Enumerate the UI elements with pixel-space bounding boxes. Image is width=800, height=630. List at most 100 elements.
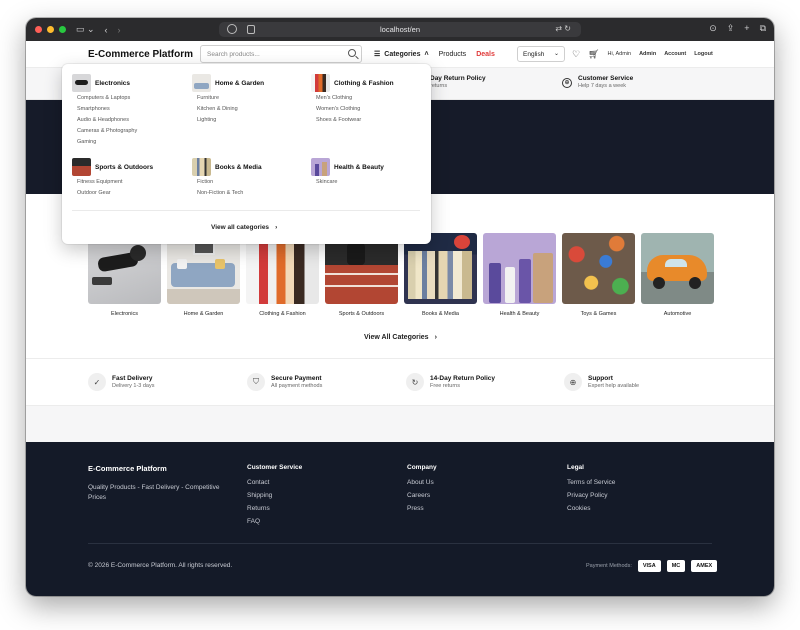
menu-group-heading[interactable]: Sports & Outdoors: [72, 158, 153, 176]
menu-item[interactable]: Furniture: [197, 93, 264, 103]
menu-item[interactable]: Fiction: [197, 177, 262, 187]
search-input[interactable]: Search products...: [200, 45, 362, 63]
footer-link-cookies[interactable]: Cookies: [567, 505, 615, 512]
minimize-window-button[interactable]: [47, 26, 54, 33]
payment-badge-mc: MC: [666, 560, 686, 572]
menu-item[interactable]: Cameras & Photography: [77, 126, 137, 136]
menu-divider: [72, 210, 420, 211]
menu-group-sports-outdoors: Sports & Outdoors Fitness Equipment Outd…: [72, 158, 153, 198]
return-sub: returns: [430, 83, 448, 89]
health-beauty-image: [483, 233, 556, 304]
search-icon[interactable]: [348, 49, 356, 57]
menu-group-heading[interactable]: Books & Media: [192, 158, 262, 176]
feature-sub: Expert help available: [588, 383, 640, 389]
category-card-health-beauty[interactable]: Health & Beauty: [483, 233, 556, 317]
menu-item[interactable]: Non-Fiction & Tech: [197, 188, 262, 198]
menu-group-heading[interactable]: Home & Garden: [192, 74, 264, 92]
reader-icon[interactable]: [247, 25, 255, 34]
nav-products-link[interactable]: Products: [439, 51, 467, 58]
menu-item[interactable]: Men's Clothing: [316, 93, 394, 103]
footer-link-press[interactable]: Press: [407, 505, 437, 512]
privacy-icon[interactable]: [227, 24, 237, 34]
feature-secure-payment: ⛉ Secure Payment All payment methods: [247, 373, 322, 391]
footer-link-terms[interactable]: Terms of Service: [567, 479, 615, 486]
category-card-clothing-fashion[interactable]: Clothing & Fashion: [246, 233, 319, 317]
service-title: Customer Service: [578, 75, 634, 82]
translate-icon[interactable]: ⇄ ↻: [555, 24, 571, 33]
category-card-sports-outdoors[interactable]: Sports & Outdoors: [325, 233, 398, 317]
site-footer: E-Commerce Platform Quality Products - F…: [26, 442, 774, 596]
menu-group-home-garden: Home & Garden Furniture Kitchen & Dining…: [192, 74, 264, 125]
footer-link-about[interactable]: About Us: [407, 479, 437, 486]
category-card-toys-games[interactable]: Toys & Games: [562, 233, 635, 317]
forward-icon[interactable]: ›: [118, 25, 121, 35]
menu-item[interactable]: Audio & Headphones: [77, 115, 137, 125]
nav-deals-link[interactable]: Deals: [476, 51, 495, 58]
language-select[interactable]: English ⌄: [517, 46, 565, 62]
view-all-categories-link[interactable]: View All Categories ›: [364, 334, 437, 341]
downloads-icon[interactable]: ⊙: [709, 23, 717, 34]
footer-link-privacy[interactable]: Privacy Policy: [567, 492, 615, 499]
chevron-up-icon: ˄: [424, 50, 429, 58]
url-text: localhost/en: [379, 25, 421, 34]
footer-link-faq[interactable]: FAQ: [247, 518, 302, 525]
browser-actions: ⊙ ⇪ + ⧉: [709, 23, 766, 34]
header-actions: ♡ 🛒︎ Hi, Admin Admin Account Logout: [572, 49, 713, 60]
menu-item[interactable]: Lighting: [197, 115, 264, 125]
menu-item[interactable]: Skincare: [316, 177, 384, 187]
close-window-button[interactable]: [35, 26, 42, 33]
footer-heading: Company: [407, 464, 437, 471]
footer-link-contact[interactable]: Contact: [247, 479, 302, 486]
menu-group-heading[interactable]: Clothing & Fashion: [311, 74, 394, 92]
menu-group-title: Home & Garden: [215, 79, 265, 87]
refresh-icon: ↻: [406, 373, 424, 391]
feature-fast-delivery: ✓ Fast Delivery Delivery 1-3 days: [88, 373, 155, 391]
health-beauty-thumbnail: [311, 158, 330, 176]
address-bar[interactable]: localhost/en ⇄ ↻: [219, 22, 581, 37]
view-all-categories-menu-link[interactable]: View all categories ›: [211, 224, 277, 231]
menu-group-electronics: Electronics Computers & Laptops Smartpho…: [72, 74, 137, 147]
tab-overview-icon[interactable]: ⧉: [760, 23, 766, 34]
new-tab-icon[interactable]: +: [744, 23, 749, 34]
share-icon[interactable]: ⇪: [727, 23, 735, 34]
window-controls: [35, 26, 66, 33]
wishlist-heart-icon[interactable]: ♡: [572, 49, 580, 60]
footer-heading: Customer Service: [247, 464, 303, 471]
logout-link[interactable]: Logout: [694, 51, 713, 57]
category-card-automotive[interactable]: Automotive: [641, 233, 714, 317]
main-nav: ☰ Categories ˄ Products Deals: [374, 50, 495, 59]
footer-link-returns[interactable]: Returns: [247, 505, 302, 512]
footer-divider: [88, 543, 712, 544]
category-label: Home & Garden: [183, 311, 224, 317]
back-icon[interactable]: ‹: [105, 25, 108, 35]
menu-item[interactable]: Fitness Equipment: [77, 177, 153, 187]
sidebar-toggle-icon[interactable]: ▭ ⌄: [76, 24, 95, 35]
categories-menu-button[interactable]: ☰ Categories ˄: [374, 50, 429, 59]
category-card-home-garden[interactable]: Home & Garden: [167, 233, 240, 317]
brand-logo[interactable]: E-Commerce Platform: [88, 49, 193, 60]
zoom-window-button[interactable]: [59, 26, 66, 33]
menu-item[interactable]: Gaming: [77, 137, 137, 147]
menu-item[interactable]: Women's Clothing: [316, 104, 394, 114]
menu-item[interactable]: Smartphones: [77, 104, 137, 114]
feature-sub: All payment methods: [271, 383, 323, 389]
menu-item[interactable]: Shoes & Footwear: [316, 115, 394, 125]
menu-group-heading[interactable]: Electronics: [72, 74, 137, 92]
menu-group-health-beauty: Health & Beauty Skincare: [311, 158, 384, 187]
category-label: Sports & Outdoors: [338, 311, 385, 317]
books-media-thumbnail: [192, 158, 211, 176]
category-label: Automotive: [663, 311, 692, 317]
cart-icon[interactable]: 🛒︎: [588, 49, 599, 60]
account-link[interactable]: Account: [664, 51, 686, 57]
language-value: English: [523, 50, 545, 58]
category-card-books-media[interactable]: Books & Media: [404, 233, 477, 317]
footer-link-shipping[interactable]: Shipping: [247, 492, 302, 499]
footer-link-careers[interactable]: Careers: [407, 492, 437, 499]
chevron-down-icon: ⌄: [553, 51, 559, 57]
category-card-electronics[interactable]: Electronics: [88, 233, 161, 317]
menu-group-heading[interactable]: Health & Beauty: [311, 158, 384, 176]
menu-item[interactable]: Kitchen & Dining: [197, 104, 264, 114]
admin-link[interactable]: Admin: [639, 51, 656, 57]
menu-item[interactable]: Outdoor Gear: [77, 188, 153, 198]
menu-item[interactable]: Computers & Laptops: [77, 93, 137, 103]
